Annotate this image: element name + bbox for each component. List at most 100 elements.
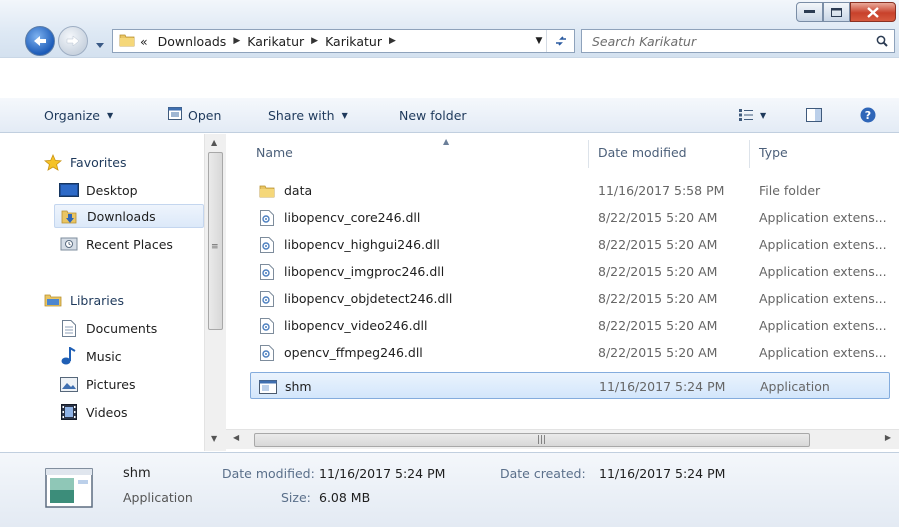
breadcrumb-separator-icon[interactable]: ▶ <box>309 36 320 46</box>
scroll-up-icon[interactable]: ▲ <box>211 138 217 147</box>
close-button[interactable] <box>850 2 896 22</box>
history-dropdown-button[interactable] <box>96 38 104 48</box>
file-name: libopencv_objdetect246.dll <box>284 291 453 306</box>
minimize-button[interactable] <box>796 2 823 22</box>
forward-button[interactable] <box>58 26 88 56</box>
file-name: data <box>284 183 313 198</box>
maximize-button[interactable] <box>823 2 850 22</box>
sidebar-item-documents[interactable]: Documents <box>58 316 204 340</box>
file-type: Application extens... <box>759 291 887 306</box>
preview-pane-button[interactable] <box>800 102 828 128</box>
file-date: 8/22/2015 5:20 AM <box>598 291 718 306</box>
breadcrumb-separator-icon[interactable]: ▶ <box>231 36 242 46</box>
address-bar[interactable]: « Downloads ▶ Karikatur ▶ Karikatur ▶ ▼ <box>112 29 575 53</box>
navigation-pane: Favorites Desktop Downloads Recent Place… <box>0 134 226 451</box>
file-type: Application <box>760 379 830 394</box>
sidebar-item-label: Favorites <box>70 154 127 170</box>
table-row[interactable]: libopencv_video246.dll 8/22/2015 5:20 AM… <box>250 312 890 339</box>
sidebar-item-desktop[interactable]: Desktop <box>58 178 204 202</box>
scroll-down-icon[interactable]: ▼ <box>211 434 217 443</box>
file-date: 11/16/2017 5:24 PM <box>599 379 726 394</box>
column-header-name[interactable]: Name <box>256 134 586 170</box>
sidebar-item-pictures[interactable]: Pictures <box>58 372 204 396</box>
back-button[interactable] <box>25 26 55 56</box>
sidebar-item-label: Music <box>86 348 122 364</box>
search-icon[interactable] <box>870 35 894 47</box>
breadcrumb-overflow[interactable]: « <box>135 34 153 49</box>
breadcrumb-separator-icon[interactable]: ▶ <box>387 36 398 46</box>
file-type: Application extens... <box>759 318 887 333</box>
column-header-type[interactable]: Type <box>759 134 889 170</box>
dll-icon <box>258 263 276 281</box>
scroll-right-icon[interactable]: ▶ <box>885 433 891 442</box>
file-name: libopencv_core246.dll <box>284 210 421 225</box>
sidebar-item-libraries[interactable]: Libraries <box>42 288 124 312</box>
sidebar-item-label: Videos <box>86 404 128 420</box>
search-placeholder[interactable]: Search Karikatur <box>582 34 870 49</box>
preview-pane-icon <box>806 108 822 122</box>
details-pane: shm Application Date modified: 11/16/201… <box>0 452 899 527</box>
share-with-button[interactable]: Share with ▼ <box>262 102 354 128</box>
column-divider[interactable] <box>588 140 589 168</box>
details-created-value: 11/16/2017 5:24 PM <box>599 466 726 481</box>
help-button[interactable]: ? <box>854 102 882 128</box>
details-size-label: Size: <box>281 490 311 505</box>
navigation-row: « Downloads ▶ Karikatur ▶ Karikatur ▶ ▼ … <box>0 26 899 56</box>
dll-icon <box>258 236 276 254</box>
scrollbar-thumb[interactable] <box>208 152 223 330</box>
sidebar-item-videos[interactable]: Videos <box>58 400 204 424</box>
table-row[interactable]: libopencv_imgproc246.dll 8/22/2015 5:20 … <box>250 258 890 285</box>
change-view-button[interactable]: ▼ <box>733 102 772 128</box>
chevron-down-icon: ▼ <box>341 110 348 120</box>
command-bar: Organize ▼ Open Share with ▼ New folder … <box>0 97 899 133</box>
open-button[interactable]: Open <box>162 102 227 128</box>
horizontal-scrollbar[interactable]: ◀ ||| ▶ <box>226 429 899 449</box>
details-created-label: Date created: <box>500 466 586 481</box>
table-row[interactable]: libopencv_highgui246.dll 8/22/2015 5:20 … <box>250 231 890 258</box>
column-divider[interactable] <box>749 140 750 168</box>
breadcrumb-downloads[interactable]: Downloads <box>153 34 232 49</box>
sidebar-item-label: Documents <box>86 320 158 336</box>
close-icon <box>867 6 879 18</box>
table-row-selected[interactable]: shm 11/16/2017 5:24 PM Application <box>250 372 890 399</box>
sidebar-item-label: Desktop <box>86 182 138 198</box>
star-icon <box>42 153 64 171</box>
table-row[interactable]: data 11/16/2017 5:58 PM File folder <box>250 177 890 204</box>
window-controls <box>796 2 896 22</box>
table-row[interactable]: libopencv_objdetect246.dll 8/22/2015 5:2… <box>250 285 890 312</box>
application-thumbnail-icon <box>45 468 93 508</box>
table-row[interactable]: opencv_ffmpeg246.dll 8/22/2015 5:20 AM A… <box>250 339 890 366</box>
search-box[interactable]: Search Karikatur <box>581 29 895 53</box>
file-type: Application extens... <box>759 237 887 252</box>
maximize-icon <box>831 7 842 17</box>
desktop-icon <box>58 181 80 199</box>
sidebar-item-music[interactable]: Music <box>58 344 204 368</box>
column-header-date-modified[interactable]: Date modified <box>598 134 748 170</box>
breadcrumb-karikatur[interactable]: Karikatur <box>242 34 309 49</box>
sidebar-item-recent-places[interactable]: Recent Places <box>58 232 204 256</box>
sidebar-item-favorites[interactable]: Favorites <box>42 150 126 174</box>
organize-button[interactable]: Organize ▼ <box>38 102 119 128</box>
dll-icon <box>258 209 276 227</box>
scrollbar-grip-icon: ||| <box>537 435 547 445</box>
column-header-label: Name <box>256 144 293 160</box>
address-dropdown-icon[interactable]: ▼ <box>532 36 546 46</box>
breadcrumb-karikatur-current[interactable]: Karikatur <box>320 34 387 49</box>
file-type: Application extens... <box>759 210 887 225</box>
details-modified-label: Date modified: <box>222 466 315 481</box>
file-date: 8/22/2015 5:20 AM <box>598 264 718 279</box>
organize-label: Organize <box>44 107 100 123</box>
new-folder-button[interactable]: New folder <box>393 102 473 128</box>
sidebar-item-downloads[interactable]: Downloads <box>54 204 204 228</box>
navigation-scrollbar[interactable]: ▲ ≡ ▼ <box>204 134 226 451</box>
application-icon <box>259 378 277 396</box>
refresh-button[interactable] <box>546 30 574 52</box>
scroll-left-icon[interactable]: ◀ <box>233 433 239 442</box>
file-name: libopencv_highgui246.dll <box>284 237 440 252</box>
svg-text:?: ? <box>865 109 871 122</box>
scrollbar-thumb[interactable]: ||| <box>254 433 810 447</box>
open-icon <box>168 107 182 123</box>
table-row[interactable]: libopencv_core246.dll 8/22/2015 5:20 AM … <box>250 204 890 231</box>
open-label: Open <box>188 107 222 123</box>
file-list: ▲ Name Date modified Type data 11/16/201… <box>234 134 899 451</box>
